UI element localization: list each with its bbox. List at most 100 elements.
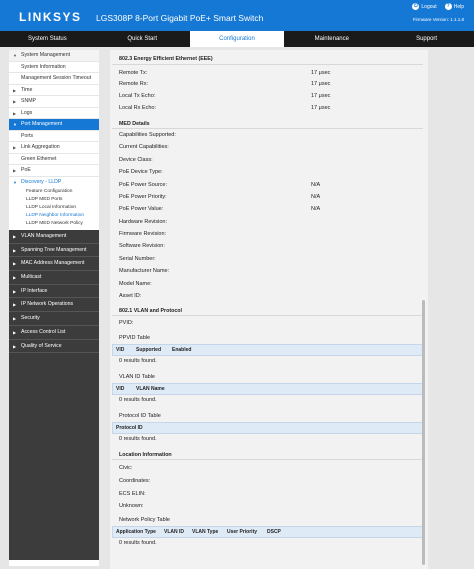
column-header: VLAN Name xyxy=(136,386,165,392)
chevron-down-icon: ▼ xyxy=(13,53,17,58)
divider xyxy=(112,459,423,460)
sidebar-item-vlan-management[interactable]: ▶ VLAN Management xyxy=(9,230,99,244)
column-header: VLAN ID xyxy=(164,529,184,535)
chevron-right-icon: ▶ xyxy=(13,99,17,104)
label-poe-power-value: PoE Power Value: xyxy=(119,206,164,212)
sidebar-item-lldp-neighbor-information[interactable]: LLDP Neighbor Information xyxy=(9,212,99,220)
value-local-tx-echo: 17 μsec xyxy=(311,93,331,99)
linksys-logo: LINKSYS xyxy=(19,10,82,24)
value-poe-power-source: N/A xyxy=(311,182,321,188)
logout-link[interactable]: ⏻ Logout xyxy=(412,3,437,10)
ppvid-table-title: PPVID Table xyxy=(119,335,151,341)
network-policy-empty-message: 0 results found. xyxy=(119,540,157,546)
sidebar-item-time[interactable]: ▶ Time xyxy=(9,84,99,96)
label-software-revision: Software Revision: xyxy=(119,243,165,249)
chevron-right-icon: ▶ xyxy=(13,302,17,308)
sidebar-item-system-management[interactable]: ▼ System Management xyxy=(9,50,99,62)
help-link[interactable]: ? Help xyxy=(444,3,464,10)
column-header: Application Type xyxy=(116,529,156,535)
label-manufacturer-name: Manufacturer Name: xyxy=(119,268,170,274)
ppvid-table-header: VID Supported Enabled xyxy=(112,344,423,356)
vlan-id-empty-message: 0 results found. xyxy=(119,397,157,403)
chevron-right-icon: ▶ xyxy=(13,288,17,294)
tab-support[interactable]: Support xyxy=(379,31,474,47)
chevron-right-icon: ▶ xyxy=(13,261,17,267)
sidebar-item-link-aggregation[interactable]: ▶ Link Aggregation xyxy=(9,142,99,154)
value-poe-power-value: N/A xyxy=(311,206,321,212)
sidebar-item-snmp[interactable]: ▶ SNMP xyxy=(9,96,99,108)
tab-system-status[interactable]: System Status xyxy=(0,31,95,47)
divider xyxy=(112,128,423,129)
chevron-right-icon: ▶ xyxy=(13,343,17,349)
label-remote-tx: Remote Tx: xyxy=(119,70,148,76)
logout-label: Logout xyxy=(421,3,437,10)
label-hardware-revision: Hardware Revision: xyxy=(119,219,167,225)
section-title-location: Location Information xyxy=(119,452,172,458)
tab-quick-start[interactable]: Quick Start xyxy=(95,31,190,47)
protocol-id-table-header: Protocol ID xyxy=(112,422,423,434)
sidebar-item-discovery-lldp[interactable]: ▼ Discovery - LLDP xyxy=(9,176,99,188)
section-title-med: MED Details xyxy=(119,121,150,127)
sidebar-item-logs[interactable]: ▶ Logs xyxy=(9,107,99,119)
section-title-vlan-protocol: 802.1 VLAN and Protocol xyxy=(119,308,182,314)
vlan-id-table-header: VID VLAN Name xyxy=(112,383,423,395)
label-ecs-elin: ECS ELIN: xyxy=(119,491,146,497)
sidebar: ▼ System Management System Information Ma… xyxy=(9,50,99,566)
sidebar-item-ports[interactable]: Ports xyxy=(9,130,99,142)
sidebar-item-spanning-tree[interactable]: ▶ Spanning Tree Management xyxy=(9,243,99,258)
label-poe-power-priority: PoE Power Priority: xyxy=(119,194,167,200)
sidebar-item-poe[interactable]: ▶ PoE xyxy=(9,165,99,177)
label-poe-power-source: PoE Power Source: xyxy=(119,182,167,188)
header-bar: LINKSYS LGS308P 8-Port Gigabit PoE+ Smar… xyxy=(0,0,474,31)
chevron-right-icon: ▶ xyxy=(13,145,17,150)
chevron-right-icon: ▶ xyxy=(13,247,17,253)
column-header: Protocol ID xyxy=(116,425,143,431)
sidebar-item-lldp-med-network-policy[interactable]: LLDP MED Network Policy xyxy=(9,220,99,228)
chevron-right-icon: ▶ xyxy=(13,329,17,335)
label-asset-id: Asset ID: xyxy=(119,293,142,299)
label-capabilities-supported: Capabilities Supported: xyxy=(119,132,176,138)
network-policy-table-title: Network Policy Table xyxy=(119,517,170,523)
sidebar-item-port-management[interactable]: ▼ Port Management xyxy=(9,119,99,131)
column-header: Enabled xyxy=(172,347,192,353)
value-remote-tx: 17 μsec xyxy=(311,70,331,76)
sidebar-item-security[interactable]: ▶ Security xyxy=(9,312,99,326)
column-header: User Priority xyxy=(227,529,258,535)
divider xyxy=(112,315,423,316)
chevron-right-icon: ▶ xyxy=(13,168,17,173)
value-local-rx-echo: 17 μsec xyxy=(311,105,331,111)
sidebar-item-mac-address[interactable]: ▶ MAC Address Management xyxy=(9,257,99,272)
tab-maintenance[interactable]: Maintenance xyxy=(284,31,379,47)
firmware-version: Firmware Version: 1.1.1.8 xyxy=(412,17,464,22)
sidebar-item-quality-of-service[interactable]: ▶ Quality of Service xyxy=(9,339,99,354)
label-local-rx-echo: Local Rx Echo: xyxy=(119,105,156,111)
sidebar-item-lldp-local-information[interactable]: LLDP Local Information xyxy=(9,204,99,212)
chevron-down-icon: ▼ xyxy=(13,179,17,185)
sidebar-item-green-ethernet[interactable]: Green Ethernet xyxy=(9,153,99,165)
chevron-right-icon: ▶ xyxy=(13,316,17,322)
main-content: 802.3 Energy Efficient Ethernet (EEE) Re… xyxy=(110,50,428,569)
column-header: VID xyxy=(116,347,125,353)
sidebar-item-ip-network-operations[interactable]: ▶ IP Network Operations xyxy=(9,298,99,313)
label-poe-device-type: PoE Device Type: xyxy=(119,169,163,175)
sidebar-collapsed-section: ▶ VLAN Management ▶ Spanning Tree Manageme… xyxy=(9,230,99,560)
chevron-down-icon: ▼ xyxy=(13,122,17,127)
sidebar-item-ip-interface[interactable]: ▶ IP Interface xyxy=(9,284,99,299)
protocol-id-empty-message: 0 results found. xyxy=(119,436,157,442)
vlan-id-table-title: VLAN ID Table xyxy=(119,374,155,380)
label-model-name: Model Name: xyxy=(119,281,152,287)
chevron-right-icon: ▶ xyxy=(13,275,17,281)
label-local-tx-echo: Local Tx Echo: xyxy=(119,93,156,99)
label-device-class: Device Class: xyxy=(119,157,153,163)
sidebar-item-mgmt-session-timeout[interactable]: Management Session Timeout xyxy=(9,73,99,85)
tab-configuration[interactable]: Configuration xyxy=(189,31,285,47)
label-firmware-revision: Firmware Revision: xyxy=(119,231,167,237)
sidebar-item-access-control-list[interactable]: ▶ Access Control List xyxy=(9,325,99,340)
sidebar-item-system-information[interactable]: System Information xyxy=(9,61,99,73)
vertical-scrollbar[interactable] xyxy=(422,300,425,565)
sidebar-item-feature-configuration[interactable]: Feature Configuration xyxy=(9,188,99,196)
sidebar-item-multicast[interactable]: ▶ Multicast xyxy=(9,271,99,285)
label-serial-number: Serial Number: xyxy=(119,256,156,262)
help-label: Help xyxy=(453,3,464,10)
sidebar-item-lldp-med-ports[interactable]: LLDP MED Ports xyxy=(9,196,99,204)
